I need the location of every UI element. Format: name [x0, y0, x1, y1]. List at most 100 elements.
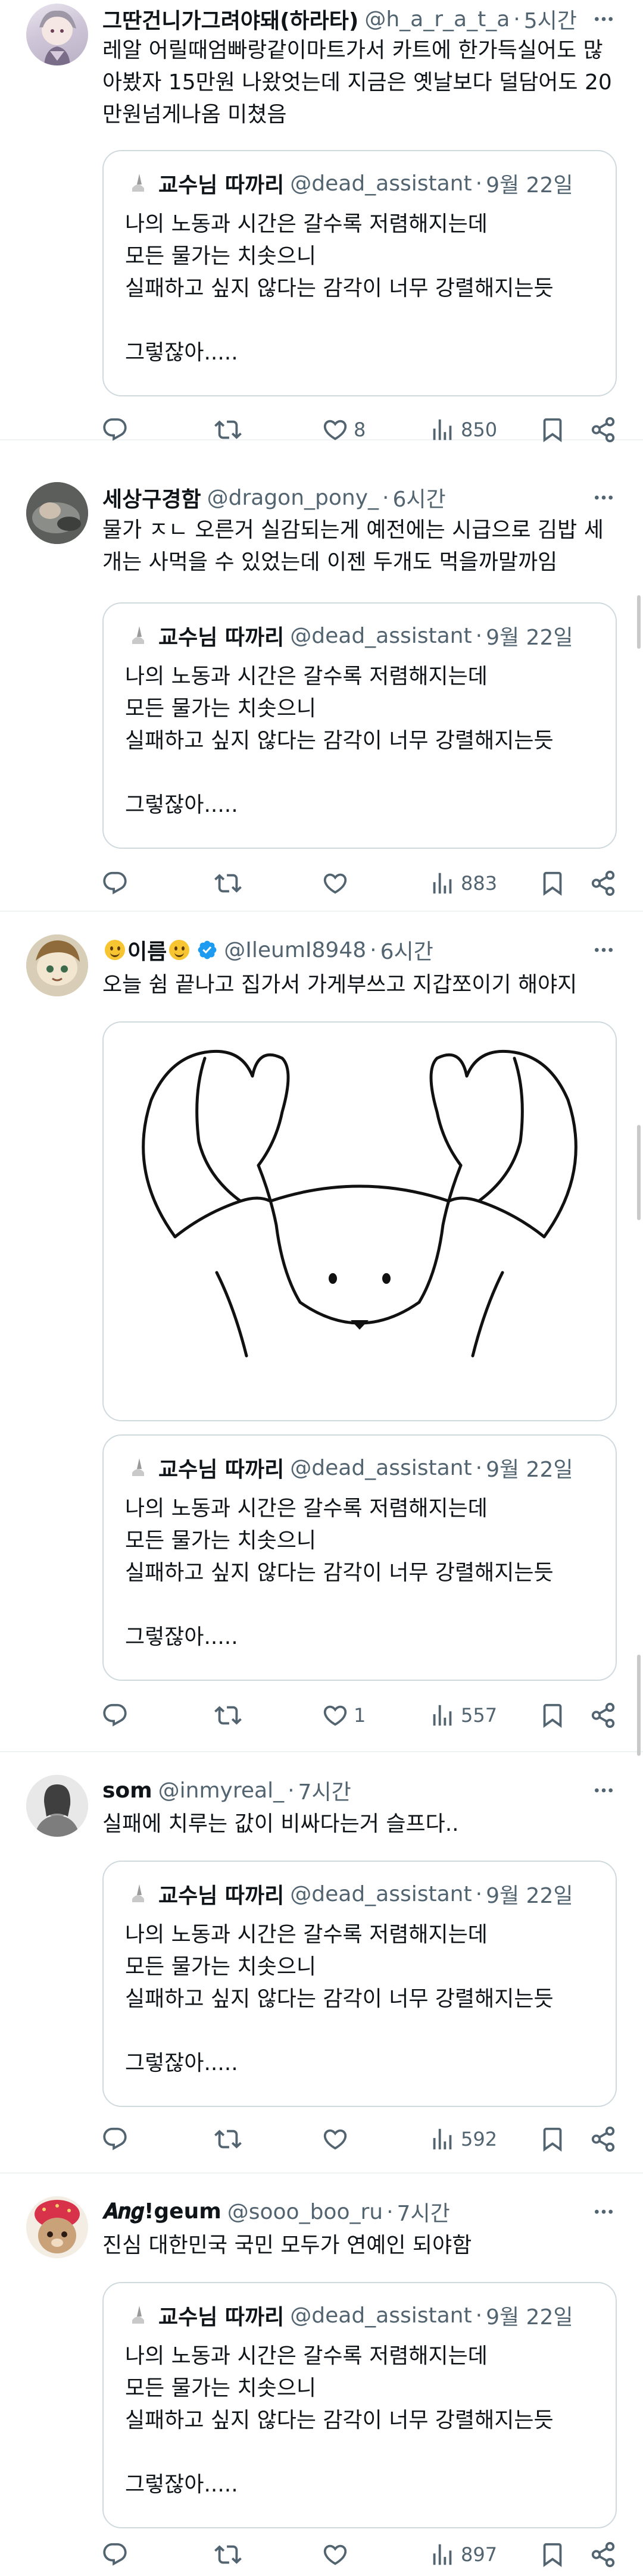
tweet-header: 그딴건니가그려야돼(하라타) @h_a_r_a_t_a · 5시간	[102, 4, 577, 35]
quoted-display-name: 교수님 따까리	[158, 1884, 285, 1908]
bookmark-button[interactable]	[539, 2537, 566, 2572]
share-button[interactable]	[589, 2121, 617, 2157]
avatar[interactable]	[26, 4, 88, 65]
more-icon	[592, 486, 616, 509]
bookmark-button[interactable]	[539, 865, 566, 901]
quoted-user-handle: @dead_assistant	[290, 1455, 472, 1480]
quoted-tweet[interactable]: 교수님 따까리 @dead_assistant · 9월 22일 나의 노동과 …	[102, 1434, 617, 1681]
share-button[interactable]	[589, 2537, 617, 2572]
separator-dot: ·	[475, 171, 483, 196]
tweet-header: 이름 @IleumI8948 · 6시간	[102, 936, 433, 964]
tweet[interactable]: 이름 @IleumI8948 · 6시간 오늘 쉼 끝나고 집가서 가게부쓰고 …	[0, 912, 643, 1752]
display-name[interactable]: 세상구경함	[102, 482, 201, 513]
more-options-button[interactable]	[586, 5, 622, 33]
tweet[interactable]: som @inmyreal_ · 7시간 실패에 치루는 값이 비싸다는거 슬프…	[0, 1752, 643, 2174]
view-count: 850	[461, 418, 498, 441]
quoted-user-handle: @dead_assistant	[290, 171, 472, 196]
like-count: 1	[354, 1704, 366, 1727]
share-button[interactable]	[589, 412, 617, 448]
quoted-tweet-header: 교수님 따까리 @dead_assistant · 9월 22일	[125, 169, 573, 198]
reply-button[interactable]	[101, 865, 129, 901]
tweet-actions: 897	[95, 2537, 631, 2572]
retweet-icon	[214, 2125, 242, 2153]
attached-image[interactable]	[102, 1021, 617, 1421]
avatar[interactable]	[26, 482, 88, 544]
retweet-button[interactable]	[214, 412, 242, 448]
tweet[interactable]: 𝑨𝒏𝒈!geum @sooo_boo_ru · 7시간 진심 대한민국 국민 모…	[0, 2174, 643, 2576]
more-options-button[interactable]	[586, 483, 622, 512]
reply-button[interactable]	[101, 2121, 129, 2157]
separator-dot: ·	[382, 485, 389, 510]
retweet-button[interactable]	[214, 1697, 242, 1733]
timestamp[interactable]: 5시간	[524, 4, 577, 35]
tweet-header: som @inmyreal_ · 7시간	[102, 1776, 351, 1805]
bookmark-button[interactable]	[539, 1697, 566, 1733]
quoted-tweet[interactable]: 교수님 따까리 @dead_assistant · 9월 22일 나의 노동과 …	[102, 2282, 617, 2528]
timestamp[interactable]: 7시간	[298, 1775, 351, 1806]
like-button[interactable]	[322, 865, 354, 901]
scrollbar-thumb[interactable]	[637, 595, 641, 649]
separator-dot: ·	[475, 623, 483, 648]
quoted-avatar	[125, 2302, 151, 2328]
retweet-button[interactable]	[214, 2121, 242, 2157]
reply-button[interactable]	[101, 412, 129, 448]
timestamp[interactable]: 6시간	[392, 482, 445, 513]
display-name[interactable]: 𝑨𝒏𝒈!geum	[102, 2199, 221, 2224]
timestamp[interactable]: 6시간	[380, 934, 433, 965]
more-options-button[interactable]	[586, 936, 622, 964]
views-button[interactable]: 897	[429, 2537, 497, 2572]
bookmark-button[interactable]	[539, 2121, 566, 2157]
quoted-tweet[interactable]: 교수님 따까리 @dead_assistant · 9월 22일 나의 노동과 …	[102, 602, 617, 849]
quoted-tweet[interactable]: 교수님 따까리 @dead_assistant · 9월 22일 나의 노동과 …	[102, 150, 617, 396]
reply-icon	[101, 870, 129, 897]
views-button[interactable]: 883	[429, 865, 497, 901]
user-handle[interactable]: @sooo_boo_ru	[227, 2200, 383, 2224]
quoted-avatar	[125, 623, 151, 649]
retweet-button[interactable]	[214, 2537, 242, 2572]
bookmark-icon	[539, 2125, 566, 2153]
user-handle[interactable]: @inmyreal_	[158, 1778, 284, 1803]
tweet-text: 진심 대한민국 국민 모두가 연예인 되야함	[102, 2233, 472, 2258]
views-button[interactable]: 850	[429, 412, 497, 448]
user-handle[interactable]: @IleumI8948	[224, 938, 366, 962]
retweet-icon	[214, 870, 242, 897]
quoted-display-name: 교수님 따까리	[158, 1458, 285, 1482]
quoted-timestamp: 9월 22일	[486, 1458, 573, 1482]
retweet-icon	[214, 416, 242, 443]
avatar[interactable]	[26, 1775, 88, 1837]
more-options-button[interactable]	[586, 1776, 622, 1805]
like-button[interactable]: 1	[322, 1697, 366, 1733]
bookmark-button[interactable]	[539, 412, 566, 448]
timestamp[interactable]: 7시간	[397, 2196, 450, 2227]
quoted-user-handle: @dead_assistant	[290, 1881, 472, 1906]
like-button[interactable]: 8	[322, 412, 366, 448]
avatar[interactable]	[26, 934, 88, 996]
more-options-button[interactable]	[586, 2197, 622, 2226]
views-icon	[429, 2541, 456, 2568]
quoted-user-handle: @dead_assistant	[290, 2303, 472, 2328]
tweet[interactable]: 세상구경함 @dragon_pony_ · 6시간 물가 ㅈㄴ 오른거 실감되는…	[0, 464, 643, 912]
display-name[interactable]: 그딴건니가그려야돼(하라타)	[102, 4, 358, 35]
share-button[interactable]	[589, 865, 617, 901]
views-button[interactable]: 592	[429, 2121, 497, 2157]
views-button[interactable]: 557	[429, 1697, 497, 1733]
user-handle[interactable]: @h_a_r_a_t_a	[364, 7, 510, 32]
scrollbar-thumb[interactable]	[637, 1655, 641, 1756]
like-button[interactable]	[322, 2537, 354, 2572]
quoted-timestamp: 9월 22일	[486, 173, 573, 198]
quoted-tweet[interactable]: 교수님 따까리 @dead_assistant · 9월 22일 나의 노동과 …	[102, 1861, 617, 2107]
retweet-button[interactable]	[214, 865, 242, 901]
display-name[interactable]: som	[102, 1778, 152, 1803]
quoted-avatar	[125, 1881, 151, 1907]
scrollbar-thumb[interactable]	[637, 1125, 641, 1220]
display-name[interactable]: 이름	[127, 934, 167, 965]
reply-button[interactable]	[101, 1697, 129, 1733]
tweet[interactable]: 그딴건니가그려야돼(하라타) @h_a_r_a_t_a · 5시간 레알 어릴때…	[0, 0, 643, 440]
like-button[interactable]	[322, 2121, 354, 2157]
share-icon	[589, 2541, 617, 2568]
reply-button[interactable]	[101, 2537, 129, 2572]
user-handle[interactable]: @dragon_pony_	[207, 486, 379, 510]
share-button[interactable]	[589, 1697, 617, 1733]
avatar[interactable]	[26, 2196, 88, 2258]
share-icon	[589, 2125, 617, 2153]
